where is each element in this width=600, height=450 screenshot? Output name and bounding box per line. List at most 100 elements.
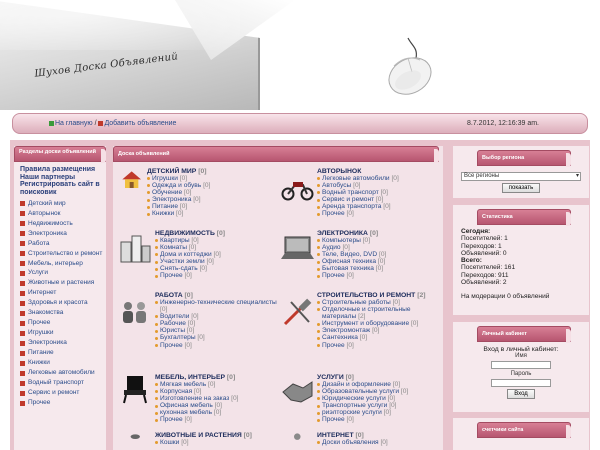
category-title[interactable]: ДЕТСКИЙ МИР [147, 168, 196, 175]
statistics-panel: Статистика Сегодня: Посетителей: 1 Перех… [453, 205, 589, 315]
subcategory-link[interactable]: Транспортные услуги [322, 402, 387, 409]
subcategory-link[interactable]: Строительные работы [322, 299, 391, 306]
login-button[interactable]: Вход [507, 389, 535, 399]
subcategory-link[interactable]: Рабочие [160, 320, 186, 327]
subcategory-link[interactable]: Легковые автомобили [322, 175, 390, 182]
handshake-icon [282, 381, 313, 403]
category-title[interactable]: НЕДВИЖИМОСТЬ [155, 230, 215, 237]
region-select[interactable]: Все регионы [461, 172, 581, 181]
sidebar-item[interactable]: Строительство и ремонт [19, 249, 104, 259]
subcategory-link[interactable]: Образовательные услуги [322, 388, 399, 395]
subcategory-link[interactable]: Прочее [322, 210, 345, 217]
statistics-heading: Статистика [477, 209, 571, 226]
subcategory-link[interactable]: Питание [152, 203, 178, 210]
category-title[interactable]: МЕБЕЛЬ, ИНТЕРЬЕР [155, 374, 225, 381]
subcategory-link[interactable]: Корпусная [160, 388, 192, 395]
sidebar-item[interactable]: Недвижимость [19, 219, 104, 229]
subcategory-link[interactable]: Прочее [160, 342, 183, 349]
register-site-link[interactable]: Регистрировать сайт в поисковик [20, 181, 101, 196]
subcategory-link[interactable]: Инструмент и оборудование [322, 320, 409, 327]
subcategory-link[interactable]: Дома и коттеджи [160, 251, 212, 258]
home-link[interactable]: На главную [55, 120, 93, 127]
subcategory-link[interactable]: Обучение [152, 189, 182, 196]
sidebar-item[interactable]: Здоровья и красота [19, 299, 104, 309]
subcategory-link[interactable]: Прочее [322, 342, 345, 349]
subcategory-count: [0] [191, 237, 199, 244]
subcategory-link[interactable]: Компьютеры [322, 237, 361, 244]
subcategory-link[interactable]: Аудио [322, 244, 341, 251]
sidebar-item[interactable]: Водный транспорт [19, 378, 104, 388]
show-button[interactable]: показать [501, 183, 541, 193]
subcategory-link[interactable]: Комнаты [160, 244, 187, 251]
subcategory-link[interactable]: Сервис и ремонт [322, 196, 374, 203]
sidebar-item[interactable]: Детский мир [19, 199, 104, 209]
subcategory-link[interactable]: Мягкая мебель [160, 381, 206, 388]
stats-line: Объявлений: 0 [461, 249, 507, 257]
sidebar-item[interactable]: Услуги [19, 269, 104, 279]
partners-link[interactable]: Наши партнеры [20, 174, 101, 182]
subcategory-count: [0] [184, 341, 192, 349]
sidebar-item[interactable]: Авторынок [19, 209, 104, 219]
subcategory-link[interactable]: Доски объявления [322, 439, 379, 446]
subcategory-link[interactable]: Бухгалтеры [160, 334, 196, 341]
subcategory-link[interactable]: Инженерно-технические специалисты [160, 299, 277, 306]
sidebar-item[interactable]: Игрушки [19, 329, 104, 339]
sidebar-item[interactable]: Животные и растения [19, 279, 104, 289]
subcategory-link[interactable]: Электроника [152, 196, 191, 203]
category-title[interactable]: СТРОИТЕЛЬСТВО И РЕМОНТ [317, 292, 415, 299]
login-heading: Личный кабинет [477, 326, 571, 343]
add-ad-link[interactable]: Добавить объявление [104, 120, 176, 127]
subcategory-link[interactable]: Кошки [160, 439, 179, 446]
subcategory-link[interactable]: Прочее [322, 416, 345, 423]
sidebar-item[interactable]: Электроника [19, 339, 104, 349]
sidebar-item[interactable]: Знакомства [19, 309, 104, 319]
subcategory-count: [0] [179, 175, 188, 182]
name-input[interactable] [491, 361, 551, 369]
subcategory-link[interactable]: Сантехника [322, 334, 358, 341]
sidebar-item[interactable]: Прочее [19, 319, 104, 329]
subcategory-count: [0] [176, 210, 184, 218]
subcategory-link[interactable]: Юристы [160, 327, 185, 334]
subcategory-count: [0] [199, 265, 207, 273]
subcategory-link[interactable]: кухонная мебель [160, 409, 212, 416]
login-prompt: Вход в личный кабинет: [483, 346, 559, 353]
subcategory-link[interactable]: Прочее [322, 272, 345, 279]
category-title[interactable]: АВТОРЫНОК [317, 168, 361, 175]
category-title[interactable]: ИНТЕРНЕТ [317, 432, 354, 439]
stats-line: Переходов: 1 [461, 242, 502, 250]
subcategory-link[interactable]: Офисная техника [322, 258, 376, 265]
subcategory-link[interactable]: риэлторские услуги [322, 409, 382, 416]
category-title[interactable]: РАБОТА [155, 292, 183, 299]
subcategory-link[interactable]: Прочее [160, 416, 183, 423]
sidebar-item[interactable]: Книжки [19, 359, 104, 369]
subcategory-link[interactable]: Электромонтаж [322, 327, 370, 334]
subcategory-link[interactable]: Юридические услуги [322, 395, 386, 402]
subcategory-link[interactable]: Квартиры [160, 237, 190, 244]
subcategory-link[interactable]: Теле, Видео, DVD [322, 251, 377, 258]
category-title[interactable]: УСЛУГИ [317, 374, 344, 381]
subcategory-link[interactable]: Книжки [152, 210, 174, 217]
category-services: УСЛУГИ [0] Дизайн и оформление [0] Образ… [281, 374, 439, 424]
subcategory-link[interactable]: Прочее [160, 272, 183, 279]
password-input[interactable] [491, 379, 551, 387]
sidebar-item[interactable]: Мебель, интерьер [19, 259, 104, 269]
sidebar-item[interactable]: Прочее [19, 398, 104, 408]
sidebar-item[interactable]: Работа [19, 239, 104, 249]
subcategory-link[interactable]: Аренда транспорта [322, 203, 381, 210]
sidebar-item[interactable]: Электроника [19, 229, 104, 239]
subcategory-link[interactable]: Игрушки [152, 175, 178, 182]
rules-link[interactable]: Правила размещения [20, 166, 101, 174]
subcategory-count: [0] [375, 196, 384, 204]
category-title[interactable]: ЖИВОТНЫЕ И РАСТЕНИЯ [155, 432, 242, 439]
subcategory-link[interactable]: Бытовая техника [322, 265, 374, 272]
subcategory-link[interactable]: Участки земли [160, 258, 205, 265]
category-title[interactable]: ЭЛЕКТРОНИКА [317, 230, 368, 237]
sidebar-item[interactable]: Питание [19, 349, 104, 359]
sidebar-item[interactable]: Легковые автомобили [19, 368, 104, 378]
subcategory-link[interactable]: Дизайн и оформление [322, 381, 391, 388]
subcategory-link[interactable]: Отделочные и строительные материалы [322, 306, 411, 320]
subcategory-link[interactable]: Водный транспорт [322, 189, 379, 196]
sidebar-item[interactable]: Интернет [19, 289, 104, 299]
subcategory-link[interactable]: Снять-сдать [160, 265, 198, 272]
sidebar-item[interactable]: Сервис и ремонт [19, 388, 104, 398]
